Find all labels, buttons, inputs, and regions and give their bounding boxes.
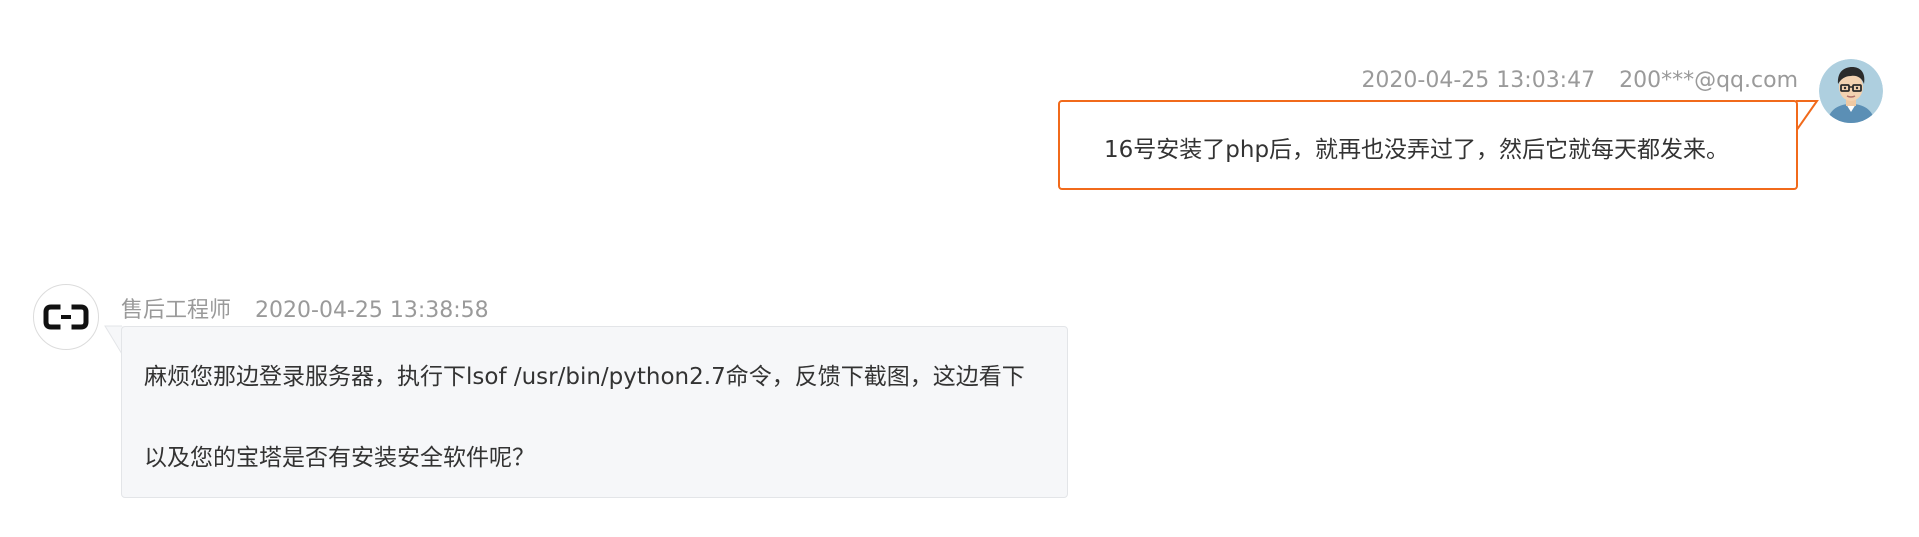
customer-message-bubble: 16号安装了php后，就再也没弄过了，然后它就每天都发来。 xyxy=(1058,100,1798,190)
engineer-message-bubble: 麻烦您那边登录服务器，执行下lsof /usr/bin/python2.7命令，… xyxy=(121,326,1068,498)
customer-bubble-tail xyxy=(1795,100,1819,132)
chat-page: 2020-04-25 13:03:47 200***@qq.com 16号安装了… xyxy=(0,0,1919,537)
engineer-message-line: 以及您的宝塔是否有安装安全软件呢？ xyxy=(144,445,535,471)
customer-sender-name: 200***@qq.com xyxy=(1619,68,1798,93)
customer-message-meta: 2020-04-25 13:03:47 200***@qq.com xyxy=(1361,68,1798,93)
engineer-message-meta: 售后工程师 2020-04-25 13:38:58 xyxy=(121,292,489,324)
customer-message-timestamp: 2020-04-25 13:03:47 xyxy=(1361,68,1596,93)
engineer-message-timestamp: 2020-04-25 13:38:58 xyxy=(255,298,489,323)
user-avatar-icon xyxy=(1819,59,1883,123)
aliyun-logo-icon xyxy=(33,284,99,350)
customer-message-text: 16号安装了php后，就再也没弄过了，然后它就每天都发来。 xyxy=(1104,137,1730,163)
engineer-message-line: 麻烦您那边登录服务器，执行下lsof /usr/bin/python2.7命令，… xyxy=(144,364,1025,390)
engineer-sender-name: 售后工程师 xyxy=(121,298,232,323)
